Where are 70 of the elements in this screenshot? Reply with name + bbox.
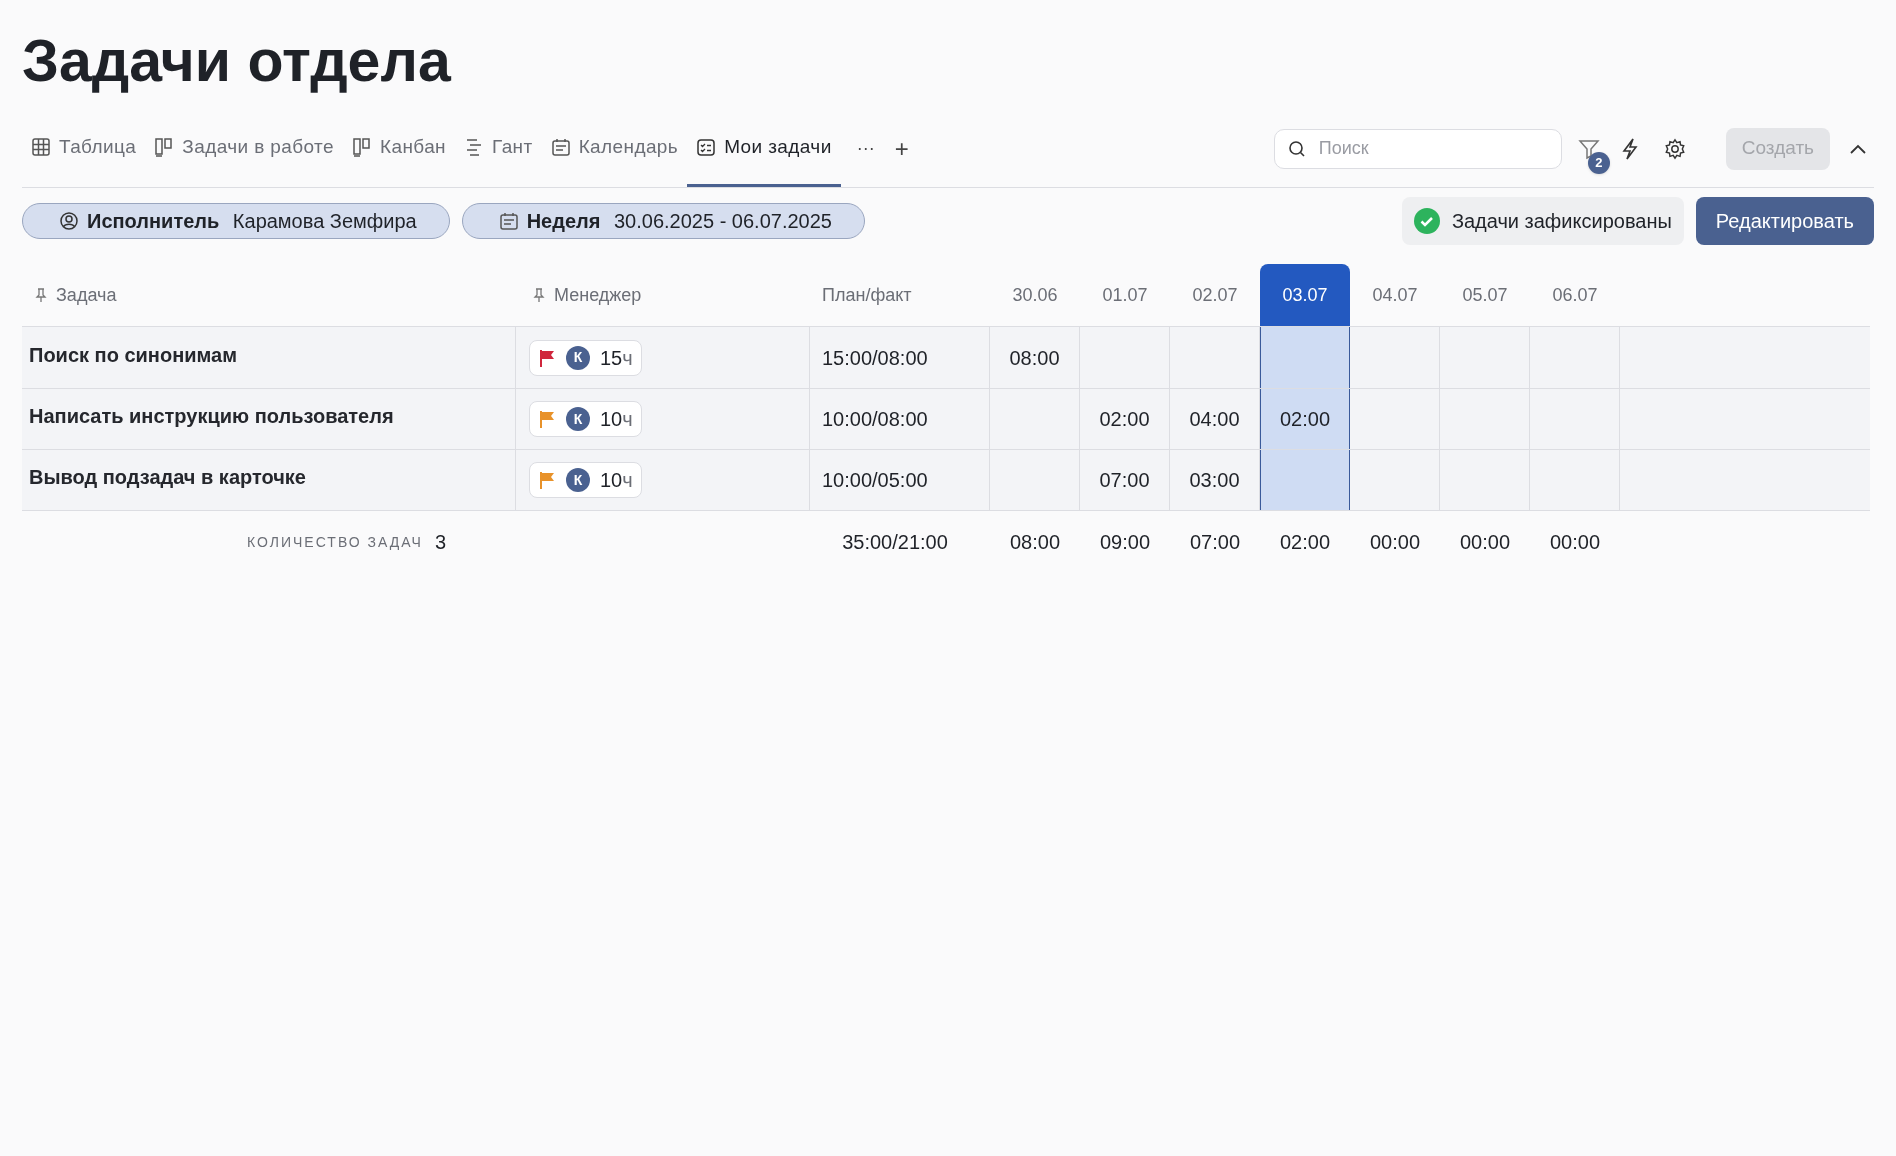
more-button[interactable]: ··· [856,135,875,162]
user-icon [59,211,79,231]
view-tab[interactable]: Гант [455,110,542,187]
add-tab-button[interactable]: + [894,130,909,167]
day-column-header[interactable]: 04.07 [1350,264,1440,326]
page-title: Задачи отдела [22,27,453,96]
search-field[interactable]: Поиск [1273,128,1562,169]
column-header: Менеджер [554,283,642,307]
day-column-header[interactable]: 02.07 [1170,264,1260,326]
hours-text: 10ч [600,468,633,493]
plan-fact-cell: 10:00/05:00 [810,450,990,510]
calendar-icon [550,137,571,157]
task-name-cell[interactable]: Вывод подзадач в карточке [22,450,516,510]
plan-fact-cell: 10:00/08:00 [810,389,990,449]
day-cell[interactable]: 07:00 [1080,450,1170,510]
view-tab[interactable]: Канбан [343,110,456,187]
filter-chip[interactable]: Исполнитель Карамова Земфира [22,203,450,239]
view-tab[interactable]: Календарь [541,110,688,187]
filter-count-badge: 2 [1587,151,1610,174]
settings-icon[interactable] [1663,137,1686,160]
view-tab[interactable]: Мои задачи [687,110,841,187]
summary-label: КОЛИЧЕСТВО ЗАДАЧ [247,532,423,552]
task-name-cell[interactable]: Поиск по синонимам [22,327,516,388]
hours-total: 02:00 [1279,530,1331,555]
day-cell[interactable]: 02:00 [1080,389,1170,449]
filter-icon[interactable] [1577,137,1600,160]
day-cell[interactable]: 08:00 [990,327,1080,388]
manager-chip[interactable]: К 10ч [529,462,642,498]
columns-icon [154,137,175,157]
avatar: К [566,407,590,431]
avatar: К [566,468,590,492]
selected-day-cell[interactable] [1260,450,1350,510]
hours-total: 07:00 [1189,530,1241,555]
day-column-header[interactable]: 30.06 [990,264,1080,326]
pin-icon [34,287,48,303]
search-icon [1287,139,1306,158]
avatar: К [566,345,590,370]
day-column-header[interactable]: 01.07 [1080,264,1170,326]
view-tab[interactable]: Задачи в работе [145,110,343,187]
grid-icon [31,137,51,157]
day-column-header[interactable]: 03.07 [1260,264,1350,326]
task-name-cell[interactable]: Написать инструкцию пользователя [22,389,516,449]
calendar-icon [498,211,519,231]
column-header: План/факт [822,283,912,307]
check-circle-icon [1413,208,1440,234]
columns-icon [352,137,372,157]
selected-day-cell[interactable]: 02:00 [1260,389,1350,449]
collapse-chevron-icon[interactable] [1850,143,1866,154]
pin-icon [532,287,546,303]
hours-total: 09:00 [1099,530,1151,555]
plan-fact-total: 35:00/21:00 [842,530,948,555]
hours-text: 15ч [600,345,633,371]
hours-text: 10ч [600,407,633,432]
hours-total: 00:00 [1459,530,1511,555]
hours-total: 00:00 [1369,530,1421,555]
day-column-header[interactable]: 06.07 [1530,264,1620,326]
manager-chip[interactable]: К 15ч [529,339,642,376]
hours-total: 00:00 [1549,530,1601,555]
hours-total: 08:00 [1009,530,1061,555]
plan-fact-cell: 15:00/08:00 [810,327,990,388]
manager-chip[interactable]: К 10ч [529,401,642,437]
edit-button[interactable]: Редактировать [1695,197,1874,245]
column-header: Задача [56,283,117,307]
task-count: 3 [434,530,446,555]
status-text: Задачи зафиксированы [1451,209,1672,234]
checklist-icon [696,137,717,157]
day-column-header[interactable]: 05.07 [1440,264,1530,326]
selected-day-cell[interactable] [1260,327,1350,388]
filter-chip[interactable]: Неделя 30.06.2025 - 06.07.2025 [461,203,865,239]
view-tab[interactable]: Таблица [22,110,146,187]
